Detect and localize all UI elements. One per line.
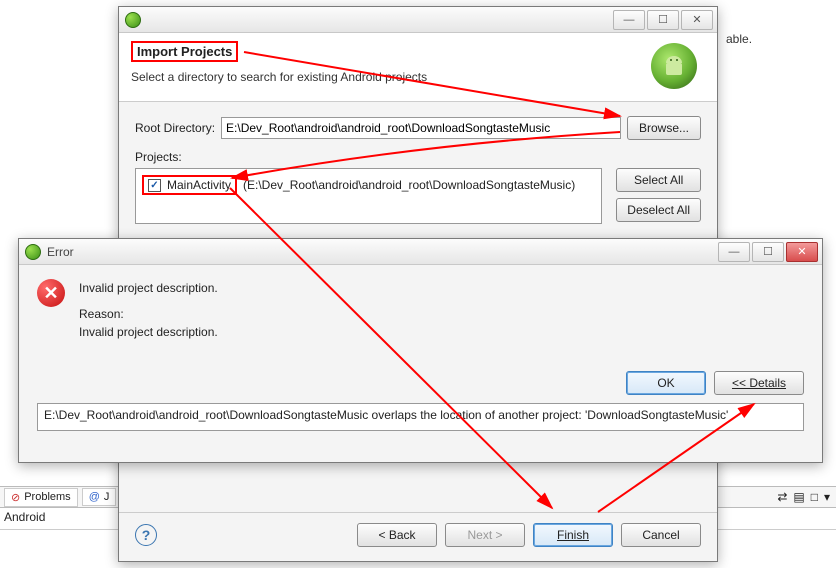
tab-j-label: J [104, 491, 110, 503]
android-logo-icon [651, 43, 697, 89]
finish-button[interactable]: Finish [533, 523, 613, 547]
minimize-button[interactable]: — [613, 10, 645, 30]
link-icon[interactable]: ⇄ [777, 490, 787, 504]
eclipse-icon [125, 12, 141, 28]
project-path: (E:\Dev_Root\android\android_root\Downlo… [243, 178, 575, 192]
close-button[interactable]: ✕ [681, 10, 713, 30]
help-icon[interactable]: ? [135, 524, 157, 546]
error-reason-label: Reason: [79, 305, 218, 323]
projects-label: Projects: [135, 150, 701, 164]
error-dialog: Error — ☐ ✕ ✕ Invalid project descriptio… [18, 238, 823, 463]
collapse-icon[interactable]: □ [811, 490, 818, 504]
tab-problems-label: Problems [24, 491, 70, 503]
projects-list[interactable]: ✓ MainActivity (E:\Dev_Root\android\andr… [135, 168, 602, 224]
wizard-header: Import Projects Select a directory to se… [119, 33, 717, 102]
cancel-button[interactable]: Cancel [621, 523, 701, 547]
back-button[interactable]: < Back [357, 523, 437, 547]
tab-j[interactable]: @ J [82, 488, 117, 506]
error-icon: ✕ [37, 279, 65, 307]
details-button[interactable]: << Details [714, 371, 804, 395]
error-titlebar[interactable]: Error — ☐ ✕ [19, 239, 822, 265]
project-checkbox[interactable]: ✓ [148, 179, 161, 192]
wizard-description: Select a directory to search for existin… [131, 70, 651, 84]
tab-problems[interactable]: ⊘ Problems [4, 488, 78, 507]
select-all-button[interactable]: Select All [616, 168, 701, 192]
browse-button[interactable]: Browse... [627, 116, 701, 140]
status-toolbar-icons: ⇄ ▤ □ ▾ [777, 490, 836, 504]
error-heading: Invalid project description. [79, 279, 218, 297]
error-window-title: Error [47, 245, 74, 259]
background-text-fragment: able. [720, 32, 836, 46]
next-button: Next > [445, 523, 525, 547]
minimize-button[interactable]: — [718, 242, 750, 262]
deselect-all-button[interactable]: Deselect All [616, 198, 701, 222]
error-reason-text: Invalid project description. [79, 323, 218, 341]
problems-icon: ⊘ [11, 491, 20, 504]
root-directory-label: Root Directory: [135, 121, 215, 135]
menu-icon[interactable]: ▾ [824, 490, 830, 504]
list-item[interactable]: ✓ MainActivity (E:\Dev_Root\android\andr… [142, 175, 595, 195]
maximize-button[interactable]: ☐ [647, 10, 679, 30]
eclipse-icon [25, 244, 41, 260]
filter-icon[interactable]: ▤ [793, 490, 804, 504]
ok-button[interactable]: OK [626, 371, 706, 395]
root-directory-input[interactable] [221, 117, 621, 139]
at-icon: @ [89, 491, 100, 503]
error-body: ✕ Invalid project description. Reason: I… [19, 265, 822, 441]
error-details-box[interactable]: E:\Dev_Root\android\android_root\Downloa… [37, 403, 804, 431]
project-name: MainActivity [167, 178, 231, 192]
wizard-footer: ? < Back Next > Finish Cancel [119, 512, 717, 551]
wizard-body: Root Directory: Browse... Projects: ✓ Ma… [119, 102, 717, 242]
close-button[interactable]: ✕ [786, 242, 818, 262]
maximize-button[interactable]: ☐ [752, 242, 784, 262]
import-titlebar[interactable]: — ☐ ✕ [119, 7, 717, 33]
wizard-title: Import Projects [131, 41, 238, 62]
